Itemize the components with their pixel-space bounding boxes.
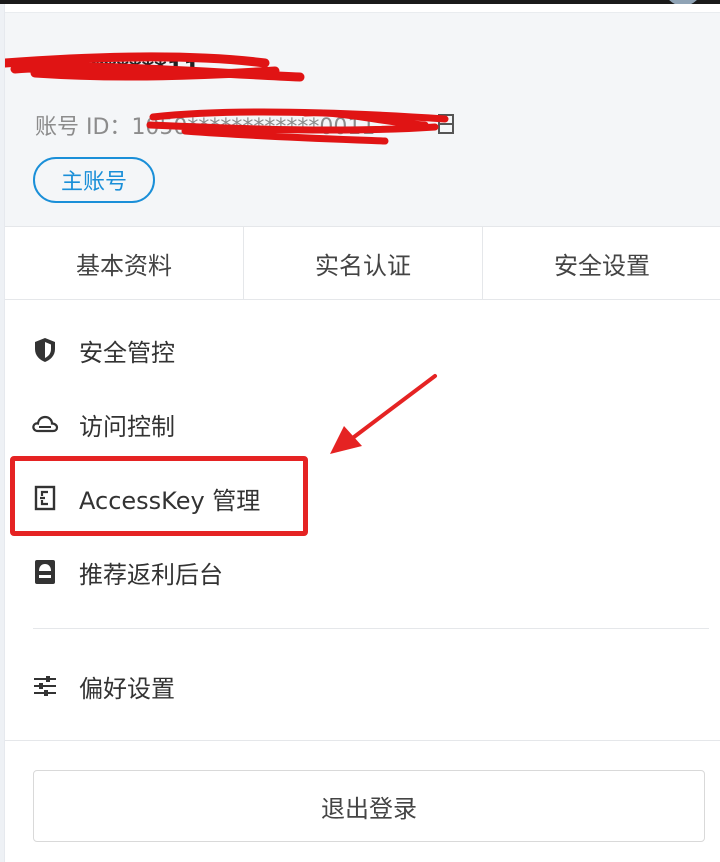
menu-item-label: 访问控制 bbox=[79, 412, 175, 441]
account-id: 账号 ID：1050************0011 bbox=[35, 109, 375, 141]
tab-real-name[interactable]: 实名认证 bbox=[244, 227, 483, 299]
menu-item-label: 偏好设置 bbox=[79, 674, 175, 703]
account-id-value: 1050************0011 bbox=[131, 115, 376, 140]
cloud-icon bbox=[31, 410, 59, 438]
menu-item-access-control[interactable]: 访问控制 bbox=[31, 404, 175, 444]
account-tabs: 基本资料 实名认证 安全设置 bbox=[5, 226, 720, 300]
copy-icon[interactable] bbox=[437, 113, 457, 135]
menu-item-label: 安全管控 bbox=[79, 338, 175, 367]
tab-basic-info[interactable]: 基本资料 bbox=[5, 227, 244, 299]
menu-item-security-control[interactable]: 安全管控 bbox=[31, 330, 175, 370]
main-account-badge: 主账号 bbox=[33, 157, 155, 203]
account-id-label: 账号 ID： bbox=[35, 115, 132, 140]
menu-item-preferences[interactable]: 偏好设置 bbox=[31, 666, 175, 706]
account-username: xiao******11 bbox=[35, 55, 201, 83]
account-header: xiao******11 账号 ID：1050************0011 … bbox=[5, 12, 720, 227]
shield-icon bbox=[31, 336, 59, 364]
logout-button[interactable]: 退出登录 bbox=[33, 770, 705, 842]
rebate-icon bbox=[31, 558, 59, 586]
menu-item-label: 推荐返利后台 bbox=[79, 560, 223, 589]
annotation-highlight-box bbox=[10, 456, 308, 536]
annotation-arrow bbox=[330, 374, 437, 454]
sliders-icon bbox=[31, 672, 59, 700]
menu-item-rebate[interactable]: 推荐返利后台 bbox=[31, 552, 223, 592]
menu-divider bbox=[33, 628, 709, 629]
footer-divider bbox=[5, 740, 720, 741]
tab-security-settings[interactable]: 安全设置 bbox=[483, 227, 720, 299]
